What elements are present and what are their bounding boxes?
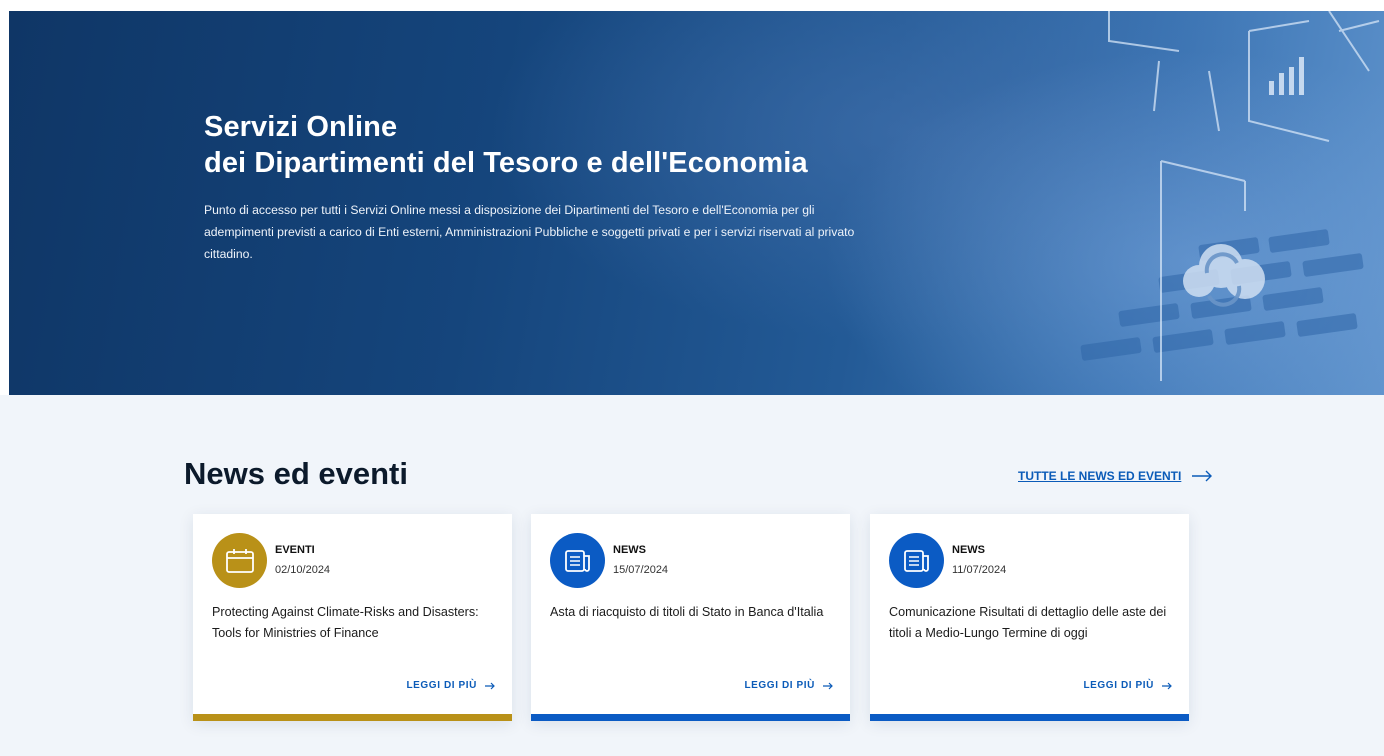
newspaper-icon xyxy=(550,533,605,588)
card-date: 11/07/2024 xyxy=(952,564,1007,576)
arrow-right-icon xyxy=(1192,470,1213,482)
card-title[interactable]: Asta di riacquisto di titoli di Stato in… xyxy=(550,602,832,623)
card-accent-bar xyxy=(870,714,1189,721)
news-heading: News ed eventi xyxy=(184,456,408,491)
read-more-label: LEGGI DI PIÙ xyxy=(744,680,815,691)
card-date: 02/10/2024 xyxy=(275,564,331,576)
card-title[interactable]: Protecting Against Climate-Risks and Dis… xyxy=(212,602,494,644)
hero-description: Punto di accesso per tutti i Servizi Onl… xyxy=(204,203,855,261)
news-card[interactable]: NEWS 15/07/2024 Asta di riacquisto di ti… xyxy=(531,514,850,721)
hero-title: Servizi Online dei Dipartimenti del Teso… xyxy=(204,109,864,181)
arrow-right-icon xyxy=(823,682,833,689)
all-news-link[interactable]: TUTTE LE NEWS ED EVENTI xyxy=(1018,469,1213,483)
card-category: NEWS xyxy=(613,544,646,556)
read-more-label: LEGGI DI PIÙ xyxy=(1083,680,1154,691)
card-category: NEWS xyxy=(952,544,985,556)
newspaper-icon xyxy=(889,533,944,588)
news-card[interactable]: NEWS 11/07/2024 Comunicazione Risultati … xyxy=(870,514,1189,721)
arrow-right-icon xyxy=(485,682,495,689)
card-category: EVENTI xyxy=(275,544,315,556)
read-more-label: LEGGI DI PIÙ xyxy=(406,680,477,691)
read-more-link[interactable]: LEGGI DI PIÙ xyxy=(744,680,834,691)
hero-banner: Servizi Online dei Dipartimenti del Teso… xyxy=(9,11,1384,395)
card-date: 15/07/2024 xyxy=(613,564,669,576)
news-card[interactable]: EVENTI 02/10/2024 Protecting Against Cli… xyxy=(193,514,512,721)
read-more-link[interactable]: LEGGI DI PIÙ xyxy=(1083,680,1173,691)
arrow-right-icon xyxy=(1162,682,1172,689)
card-accent-bar xyxy=(193,714,512,721)
card-accent-bar xyxy=(531,714,850,721)
all-news-link-label: TUTTE LE NEWS ED EVENTI xyxy=(1018,469,1182,483)
news-section: News ed eventi TUTTE LE NEWS ED EVENTI E… xyxy=(0,395,1384,756)
read-more-link[interactable]: LEGGI DI PIÙ xyxy=(406,680,496,691)
hero-text-block: Servizi Online dei Dipartimenti del Teso… xyxy=(204,109,864,265)
hero-title-line1: Servizi Online xyxy=(204,111,398,143)
hero-title-line2: dei Dipartimenti del Tesoro e dell'Econo… xyxy=(204,147,808,179)
card-title[interactable]: Comunicazione Risultati di dettaglio del… xyxy=(889,602,1171,644)
calendar-icon xyxy=(212,533,267,588)
